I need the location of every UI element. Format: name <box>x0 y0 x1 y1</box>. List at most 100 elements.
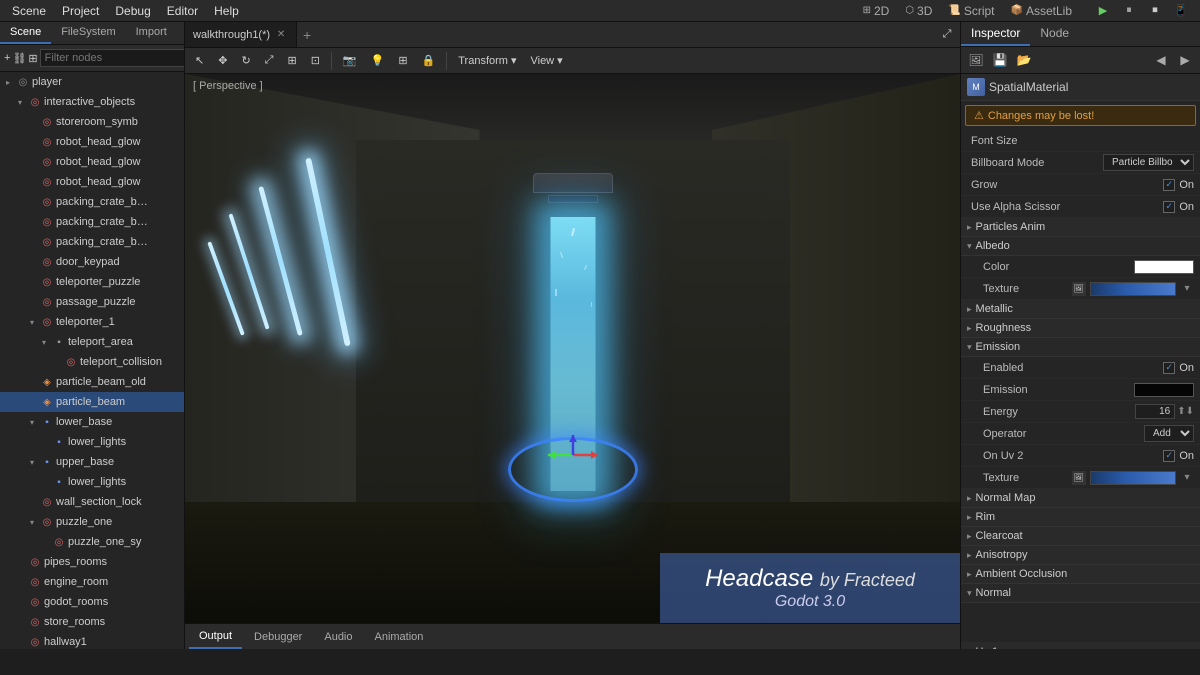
emission-enabled-box[interactable] <box>1163 362 1175 374</box>
section-roughness[interactable]: ▸ Roughness <box>961 319 1200 338</box>
tree-item-lowerlights1[interactable]: ▸ ▪ lower_lights 👁 <box>0 432 184 452</box>
bottom-tab-debugger[interactable]: Debugger <box>244 624 312 649</box>
tree-item-telep[interactable]: ▸ ◎ teleporter_puzzle 🔒 👁 <box>0 272 184 292</box>
tree-item-puzzle-sy[interactable]: ▸ ◎ puzzle_one_sy 🔒 👁 <box>0 532 184 552</box>
grow-check-box[interactable] <box>1163 179 1175 191</box>
energy-spinner[interactable]: ⬆⬇ <box>1177 406 1194 417</box>
mode-3d[interactable]: ⬡ 3D <box>901 4 936 18</box>
section-normal-map[interactable]: ▸ Normal Map <box>961 489 1200 508</box>
alpha-scissor-check[interactable] <box>1163 201 1175 213</box>
on-uv2-check[interactable]: On <box>1163 450 1194 462</box>
tree-item-robot3[interactable]: ▸ ◎ robot_head_glow 🔒 👁 <box>0 172 184 192</box>
texture2-expand[interactable]: ▾ <box>1180 471 1194 485</box>
tab-scene[interactable]: Scene <box>0 22 51 44</box>
view-btn[interactable]: View ▾ <box>524 50 568 72</box>
section-metallic[interactable]: ▸ Metallic <box>961 300 1200 319</box>
lock-pivot-tool[interactable]: 🔒 <box>416 50 442 72</box>
select-tool[interactable]: ↖ <box>189 50 210 72</box>
tree-item-lowerbase[interactable]: ▾ ▪ lower_base 🔒 👁 <box>0 412 184 432</box>
menu-scene[interactable]: Scene <box>4 0 54 21</box>
tree-item-pipes[interactable]: ▸ ◎ pipes_rooms 👁 <box>0 552 184 572</box>
tree-item-telearea[interactable]: ▾ ▪ teleport_area 🔒 👁 <box>0 332 184 352</box>
filter-btn[interactable]: ⊞ <box>28 47 37 69</box>
tab-filesystem[interactable]: FileSystem <box>51 22 125 44</box>
viewport-maximize[interactable]: ⤢ <box>938 26 956 44</box>
section-albedo[interactable]: ▸ Albedo <box>961 237 1200 256</box>
tab-node[interactable]: Node <box>1030 22 1079 46</box>
section-normal[interactable]: ▸ Normal <box>961 584 1200 603</box>
texture1-bar[interactable] <box>1090 282 1177 296</box>
tree-item-lowerlights2[interactable]: ▸ ▪ lower_lights 👁 <box>0 472 184 492</box>
menu-debug[interactable]: Debug <box>107 0 158 21</box>
bottom-tab-audio[interactable]: Audio <box>314 624 362 649</box>
stop-btn[interactable]: ⏹ <box>1144 0 1166 22</box>
rotate-tool[interactable]: ↻ <box>235 50 256 72</box>
tree-item-door[interactable]: ▸ ◎ door_keypad 🔒 👁 <box>0 252 184 272</box>
insp-save[interactable]: 💾 <box>989 49 1011 71</box>
section-particles-anim[interactable]: ▸ Particles Anim <box>961 218 1200 237</box>
insp-prev[interactable]: ◀ <box>1150 49 1172 71</box>
tree-item-robot1[interactable]: ▸ ◎ robot_head_glow 🔒 👁 <box>0 132 184 152</box>
tree-item-crate3[interactable]: ▸ ◎ packing_crate_body_ 🔒 👁 <box>0 232 184 252</box>
tree-item-interactive[interactable]: ▾ ◎ interactive_objects 🔒 📷 👁 <box>0 92 184 112</box>
tree-item-hallway[interactable]: ▸ ◎ hallway1 👁 <box>0 632 184 649</box>
emission-enabled-check[interactable]: On <box>1163 362 1194 374</box>
section-rim[interactable]: ▸ Rim <box>961 508 1200 527</box>
mode-2d[interactable]: ⊞ 2D <box>859 4 894 18</box>
camera-tool[interactable]: 📷 <box>337 50 363 72</box>
color-swatch[interactable] <box>1134 260 1194 274</box>
billboard-dropdown[interactable]: Particle Billbo <box>1103 154 1194 171</box>
tree-item-tele1[interactable]: ▾ ◎ teleporter_1 🔒 👁 <box>0 312 184 332</box>
tree-item-beam[interactable]: ▸ ◈ particle_beam 👁 <box>0 392 184 412</box>
tab-import[interactable]: Import <box>126 22 177 44</box>
section-uv1[interactable]: ▸ Uv 1 <box>961 643 1200 649</box>
remote-play-btn[interactable]: 📱 <box>1170 0 1192 22</box>
local-tool[interactable]: ⊞ <box>281 50 302 72</box>
tab-inspector[interactable]: Inspector <box>961 22 1030 46</box>
tree-item-store[interactable]: ▸ ◎ store_rooms 👁 <box>0 612 184 632</box>
mode-assetlib[interactable]: 📦 AssetLib <box>1007 4 1076 18</box>
tree-item-wall[interactable]: ▸ ◎ wall_section_lock 🔒 👁 <box>0 492 184 512</box>
alpha-scissor-checkbox[interactable]: On <box>1163 201 1194 213</box>
viewport-tab-close[interactable]: ✕ <box>274 28 288 42</box>
insp-load[interactable]: 📂 <box>1013 49 1035 71</box>
transform-btn[interactable]: Transform ▾ <box>452 50 522 72</box>
menu-project[interactable]: Project <box>54 0 107 21</box>
search-input[interactable] <box>40 49 185 67</box>
on-uv2-box[interactable] <box>1163 450 1175 462</box>
section-emission[interactable]: ▸ Emission <box>961 338 1200 357</box>
add-node-btn[interactable]: + <box>4 47 10 69</box>
scale-tool[interactable]: ⤢ <box>259 50 280 72</box>
tree-item-engine[interactable]: ▸ ◎ engine_room 👁 <box>0 572 184 592</box>
bottom-tab-output[interactable]: Output <box>189 624 242 649</box>
viewport-add-btn[interactable]: + <box>297 27 317 43</box>
tree-item-puzzle[interactable]: ▾ ◎ puzzle_one 🔒 👁 <box>0 512 184 532</box>
tree-item-crate2[interactable]: ▸ ◎ packing_crate_body_ 🔒 👁 <box>0 212 184 232</box>
add-instance-btn[interactable]: ⛓ <box>12 47 26 69</box>
energy-field[interactable] <box>1135 404 1175 419</box>
tree-item-beam-old[interactable]: ▸ ◈ particle_beam_old 🔒 👁 <box>0 372 184 392</box>
snap-tool[interactable]: ⊡ <box>305 50 326 72</box>
section-ao[interactable]: ▸ Ambient Occlusion <box>961 565 1200 584</box>
texture1-expand[interactable]: ▾ <box>1180 282 1194 296</box>
emission-color-swatch[interactable] <box>1134 383 1194 397</box>
bottom-tab-animation[interactable]: Animation <box>365 624 434 649</box>
grid-tool[interactable]: ⊞ <box>392 50 413 72</box>
tree-item-player[interactable]: ▸ ◎ player <box>0 72 184 92</box>
viewport-tab-main[interactable]: walkthrough1(*) ✕ <box>185 22 297 47</box>
texture2-bar[interactable] <box>1090 471 1177 485</box>
insp-next[interactable]: ▶ <box>1174 49 1196 71</box>
tree-item-passage[interactable]: ▸ ◎ passage_puzzle 🔒 👁 <box>0 292 184 312</box>
light-tool[interactable]: 💡 <box>365 50 391 72</box>
tree-item-telecol[interactable]: ▸ ◎ teleport_collision 👁 <box>0 352 184 372</box>
insp-history-back[interactable]: 🖼 <box>965 49 987 71</box>
tree-item-storeroom[interactable]: ▸ ◎ storeroom_symb 🔒 👁 <box>0 112 184 132</box>
section-clearcoat[interactable]: ▸ Clearcoat <box>961 527 1200 546</box>
move-tool[interactable]: ✥ <box>212 50 233 72</box>
mode-script[interactable]: 📜 Script <box>944 4 998 18</box>
play-btn[interactable]: ▶ <box>1092 0 1114 22</box>
pause-btn[interactable]: ⏸ <box>1118 0 1140 22</box>
menu-editor[interactable]: Editor <box>159 0 206 21</box>
tree-item-crate1[interactable]: ▸ ◎ packing_crate_body_ 🔒 👁 <box>0 192 184 212</box>
section-anisotropy[interactable]: ▸ Anisotropy <box>961 546 1200 565</box>
